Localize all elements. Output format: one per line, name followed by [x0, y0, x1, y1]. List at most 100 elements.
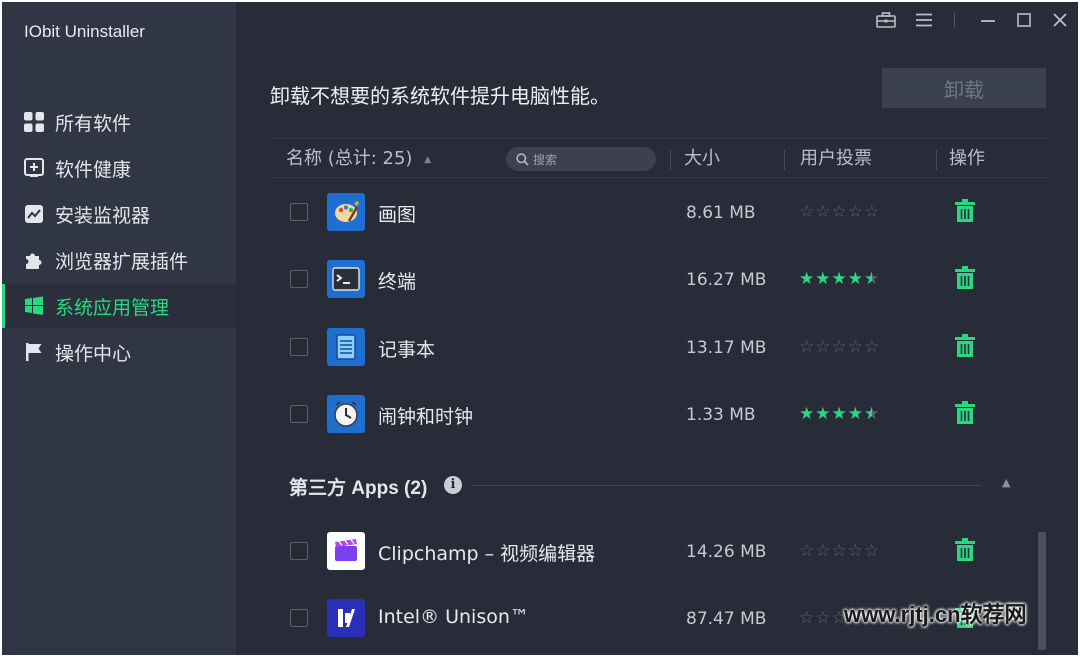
sidebar-item-system-apps[interactable]: 系统应用管理	[2, 284, 236, 328]
table-row[interactable]: 记事本 13.17 MB ☆☆☆☆☆	[272, 313, 1048, 381]
sidebar-item-label: 所有软件	[55, 112, 132, 135]
rating-stars: ★★★★★	[799, 404, 880, 424]
page-headline: 卸载不想要的系统软件提升电脑性能。	[270, 84, 610, 108]
app-size: 87.47 MB	[686, 609, 767, 629]
star-empty-icon: ☆	[864, 337, 881, 357]
app-window: IObit Uninstaller 所有软件 软件健康 安装监视器 浏览器扩展插…	[2, 2, 1078, 655]
star-full-icon: ★	[815, 404, 832, 424]
sidebar: IObit Uninstaller 所有软件 软件健康 安装监视器 浏览器扩展插…	[2, 2, 236, 655]
column-separator	[936, 150, 937, 170]
star-full-icon: ★	[831, 404, 848, 424]
app-name: 画图	[378, 204, 417, 226]
star-empty-icon: ☆	[831, 202, 848, 222]
row-checkbox[interactable]	[290, 203, 308, 221]
sidebar-item-browser-extensions[interactable]: 浏览器扩展插件	[2, 238, 236, 282]
column-separator	[670, 150, 671, 170]
star-empty-icon: ☆	[815, 202, 832, 222]
column-separator	[784, 150, 785, 170]
close-icon[interactable]	[1048, 10, 1072, 30]
maximize-icon[interactable]	[1012, 10, 1036, 30]
star-half-icon: ★	[864, 404, 881, 424]
windows-icon	[23, 295, 45, 317]
minimize-icon[interactable]	[976, 10, 1000, 30]
intel-unison-icon	[327, 599, 365, 637]
app-size: 1.33 MB	[686, 405, 756, 425]
watermark-text: www.rjtj.cn软荐网	[844, 602, 1027, 627]
monitor-chart-icon	[23, 203, 45, 225]
table-row[interactable]: Clipchamp – 视频编辑器 14.26 MB ☆☆☆☆☆	[272, 517, 1048, 585]
flag-icon	[23, 341, 45, 363]
sidebar-item-label: 安装监视器	[55, 204, 151, 227]
divider	[954, 13, 955, 27]
search-box[interactable]: 搜索	[506, 147, 656, 171]
table-row[interactable]: 终端 16.27 MB ★★★★★	[272, 245, 1048, 313]
alarm-clock-icon	[327, 395, 365, 433]
star-empty-icon: ☆	[864, 202, 881, 222]
star-empty-icon: ☆	[799, 202, 816, 222]
star-full-icon: ★	[799, 269, 816, 289]
menu-icon[interactable]	[912, 10, 936, 30]
column-name-label: 名称 (总计: 25)	[286, 148, 413, 169]
table-row[interactable]: 闹钟和时钟 1.33 MB ★★★★★	[272, 380, 1048, 448]
sidebar-item-all-software[interactable]: 所有软件	[2, 100, 236, 144]
star-empty-icon: ☆	[815, 608, 832, 628]
search-icon	[516, 152, 529, 166]
row-checkbox[interactable]	[290, 542, 308, 560]
grid-icon	[23, 111, 45, 133]
sidebar-item-software-health[interactable]: 软件健康	[2, 146, 236, 190]
star-empty-icon: ☆	[815, 337, 832, 357]
rating-stars: ☆☆☆☆☆	[799, 337, 880, 357]
collapse-icon[interactable]: ▲	[1002, 476, 1010, 489]
section-title: 第三方 Apps (2)	[289, 478, 428, 499]
scrollbar[interactable]	[1038, 532, 1046, 650]
column-votes-header[interactable]: 用户投票	[800, 139, 872, 179]
row-checkbox[interactable]	[290, 405, 308, 423]
app-name: Intel® Unison™	[378, 606, 529, 628]
sidebar-item-label: 操作中心	[55, 342, 132, 365]
star-full-icon: ★	[847, 269, 864, 289]
health-plus-icon	[23, 157, 45, 179]
column-name-header[interactable]: 名称 (总计: 25) ▲	[286, 139, 431, 179]
app-size: 13.17 MB	[686, 338, 767, 358]
notepad-icon	[327, 328, 365, 366]
paint-icon	[327, 193, 365, 231]
trash-icon[interactable]	[954, 401, 978, 427]
column-size-header[interactable]: 大小	[684, 139, 720, 179]
sidebar-item-label: 软件健康	[55, 158, 132, 181]
search-placeholder: 搜索	[533, 152, 558, 167]
terminal-icon	[327, 260, 365, 298]
row-checkbox[interactable]	[290, 270, 308, 288]
star-empty-icon: ☆	[847, 337, 864, 357]
sidebar-item-action-center[interactable]: 操作中心	[2, 330, 236, 374]
app-name: 记事本	[378, 339, 436, 361]
trash-icon[interactable]	[954, 538, 978, 564]
sidebar-item-install-monitor[interactable]: 安装监视器	[2, 192, 236, 236]
star-empty-icon: ☆	[847, 541, 864, 561]
row-checkbox[interactable]	[290, 609, 308, 627]
star-empty-icon: ☆	[847, 202, 864, 222]
star-full-icon: ★	[831, 269, 848, 289]
app-name: 闹钟和时钟	[378, 406, 474, 428]
third-party-section-header[interactable]: 第三方 Apps (2) i ▲	[272, 466, 1048, 506]
rating-stars: ☆☆☆☆☆	[799, 541, 880, 561]
trash-icon[interactable]	[954, 199, 978, 225]
star-empty-icon: ☆	[799, 608, 816, 628]
rating-stars: ★★★★★	[799, 269, 880, 289]
puzzle-icon	[23, 249, 45, 271]
toolbox-icon[interactable]	[874, 10, 898, 30]
star-full-icon: ★	[847, 404, 864, 424]
row-checkbox[interactable]	[290, 338, 308, 356]
uninstall-button[interactable]: 卸载	[882, 68, 1046, 108]
clipchamp-icon	[327, 532, 365, 570]
app-name: 终端	[378, 271, 417, 293]
table-row[interactable]: 画图 8.61 MB ☆☆☆☆☆	[272, 178, 1048, 246]
app-size: 8.61 MB	[686, 203, 756, 223]
app-size: 16.27 MB	[686, 270, 767, 290]
sidebar-item-label: 系统应用管理	[55, 296, 170, 319]
trash-icon[interactable]	[954, 334, 978, 360]
app-title: IObit Uninstaller	[24, 22, 145, 41]
table-header: 名称 (总计: 25) ▲ 搜索 大小 用户投票 操作	[272, 138, 1048, 178]
trash-icon[interactable]	[954, 266, 978, 292]
info-icon[interactable]: i	[444, 476, 462, 494]
sidebar-item-label: 浏览器扩展插件	[55, 250, 189, 273]
